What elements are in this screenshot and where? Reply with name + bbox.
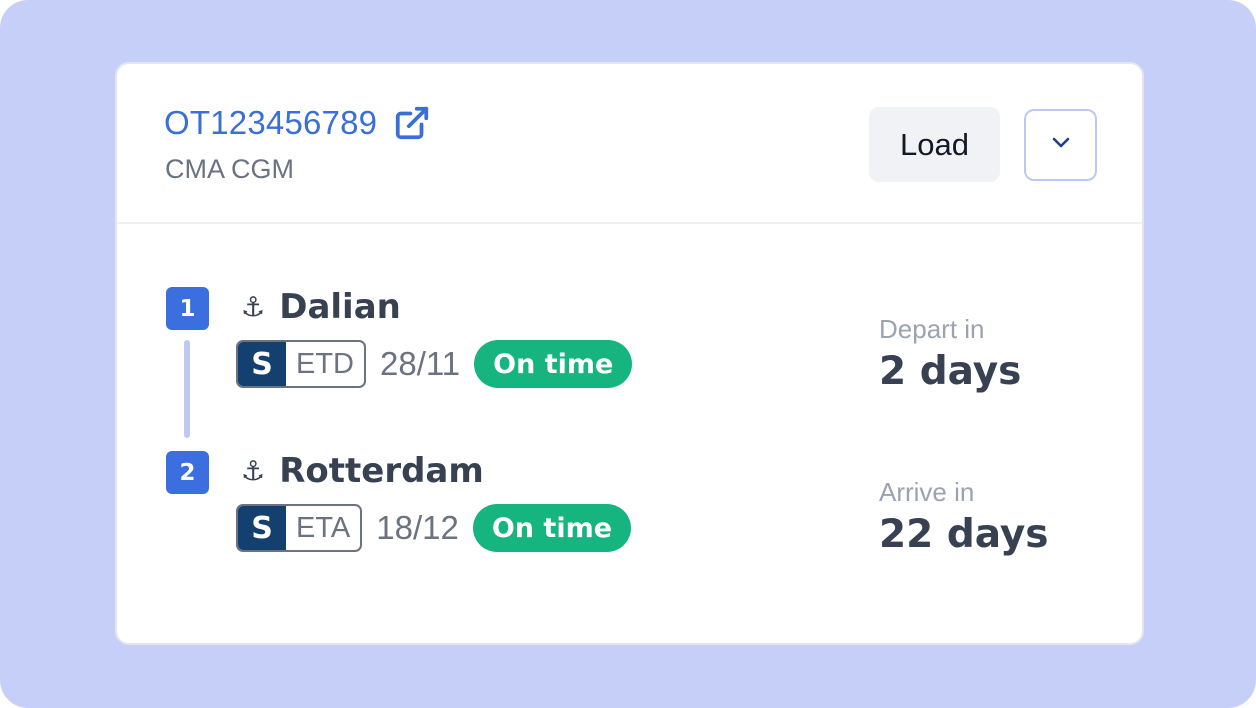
status-badge: On time [472,504,632,552]
countdown-label: Arrive in [879,477,975,507]
event-code: ETA [296,511,351,544]
stop-number-badge: 2 [166,451,209,494]
chevron-down-icon [1048,135,1074,155]
countdown-value: 2 days [879,349,1022,394]
shipment-card: OT123456789 CMA CGM Load 1 ⚓ Dalian S ET… [115,62,1144,645]
port-name: Rotterdam [279,451,484,491]
countdown-value: 22 days [879,512,1049,557]
port-name: Dalian [279,287,401,327]
external-link-icon[interactable] [393,104,431,142]
countdown: Depart in 2 days [879,314,1021,394]
countdown-label: Depart in [879,314,985,344]
card-header: OT123456789 CMA CGM Load [117,64,1142,224]
tracking-number-link[interactable]: OT123456789 [164,104,431,142]
page-background: OT123456789 CMA CGM Load 1 ⚓ Dalian S ET… [0,0,1256,708]
route-connector-line [184,340,190,438]
event-code: ETD [296,347,354,380]
carrier-logo-icon: S [238,342,286,386]
carrier-logo-icon: S [238,506,286,550]
status-badge: On time [474,340,633,388]
expand-toggle-button[interactable] [1024,109,1097,181]
event-row: S ETD 28/11 On time [236,340,633,388]
event-tag: S ETA [236,504,363,552]
port-heading: ⚓ Rotterdam [241,451,484,491]
event-date: 28/11 [380,345,461,382]
event-date: 18/12 [376,509,459,546]
anchor-icon: ⚓ [241,291,266,323]
countdown: Arrive in 22 days [879,477,1049,557]
event-tag: S ETD [236,340,366,388]
stop-number-badge: 1 [166,287,209,330]
event-row: S ETA 18/12 On time [236,504,632,552]
load-button[interactable]: Load [869,107,1000,182]
tracking-number[interactable]: OT123456789 [164,104,377,142]
anchor-icon: ⚓ [241,455,266,487]
port-heading: ⚓ Dalian [241,287,401,327]
carrier-name: CMA CGM [165,154,295,184]
